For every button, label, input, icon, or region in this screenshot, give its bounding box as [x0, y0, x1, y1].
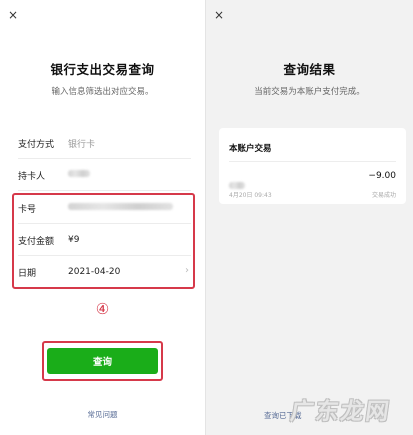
transaction-date: 4月20日 09:43: [229, 192, 272, 199]
faq-link[interactable]: 常见问题: [0, 409, 205, 420]
page-subtitle: 输入信息筛选出对应交易。: [51, 87, 154, 97]
blurred-cardholder-name: [68, 170, 90, 177]
card-divider: [229, 161, 396, 162]
watermark-text: 广东龙网: [288, 399, 393, 425]
watermark: 广东龙网: [275, 388, 407, 430]
payment-method-value: 银行卡: [68, 139, 96, 150]
result-card: 本账户交易 4月20日 09:43 −9.00 交易成功: [219, 128, 406, 204]
result-title: 查询结果: [283, 62, 336, 77]
transaction-status: 交易成功: [371, 192, 396, 199]
step-marker: ④: [95, 300, 110, 318]
cardholder-label: 持卡人: [18, 171, 46, 182]
row-divider: [18, 190, 191, 191]
payment-method-row[interactable]: 支付方式 银行卡: [18, 128, 191, 158]
blurred-merchant-name: [229, 182, 245, 189]
result-subtitle: 当前交易为本账户支付完成。: [254, 87, 365, 97]
payment-method-label: 支付方式: [18, 139, 55, 150]
cardholder-value: [68, 170, 191, 180]
highlight-box: [12, 193, 195, 289]
close-icon[interactable]: ×: [8, 9, 18, 21]
close-icon[interactable]: ×: [214, 9, 224, 21]
left-panel: × 银行支出交易查询 输入信息筛选出对应交易。 支付方式 银行卡 持卡人 卡号 …: [0, 0, 205, 435]
cardholder-row[interactable]: 持卡人: [18, 160, 191, 190]
query-button[interactable]: 查询: [47, 348, 158, 374]
card-title: 本账户交易: [229, 144, 272, 154]
transaction-amount: −9.00: [368, 171, 396, 181]
row-divider: [18, 158, 191, 159]
page-title: 银行支出交易查询: [50, 62, 155, 77]
right-panel: × 查询结果 当前交易为本账户支付完成。 本账户交易 4月20日 09:43 −…: [206, 0, 413, 435]
